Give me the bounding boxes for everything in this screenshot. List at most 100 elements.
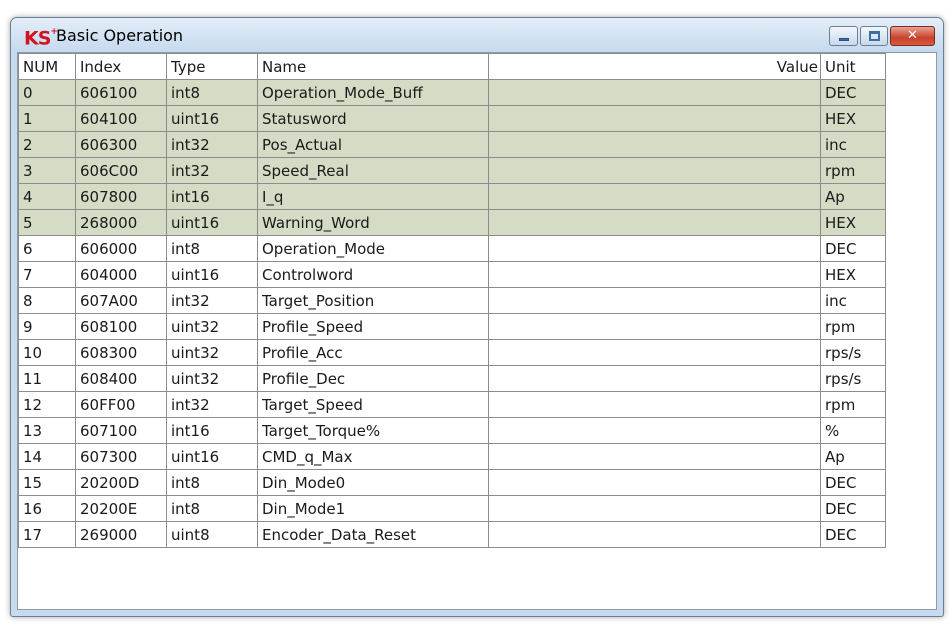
table-row[interactable]: 13 607100 int16 Target_Torque%%: [18, 417, 886, 444]
cell-value[interactable]: [488, 79, 821, 106]
cell-unit: Ap: [820, 183, 886, 210]
cell-value[interactable]: [488, 495, 821, 522]
cell-type: int32: [166, 131, 258, 158]
cell-unit: HEX: [820, 209, 886, 236]
cell-index: 60FF00: [75, 391, 167, 418]
cell-unit: DEC: [820, 495, 886, 522]
column-header-name[interactable]: Name: [257, 53, 489, 80]
cell-value[interactable]: [488, 391, 821, 418]
cell-index: 604000: [75, 261, 167, 288]
cell-num: 17: [18, 521, 76, 548]
table-row[interactable]: 16 20200E int8 Din_Mode1 DEC: [18, 495, 886, 522]
column-header-num[interactable]: NUM: [18, 53, 76, 80]
ks-app-icon: KS+: [24, 23, 58, 50]
cell-value[interactable]: [488, 183, 821, 210]
cell-index: 606100: [75, 79, 167, 106]
cell-value[interactable]: [488, 131, 821, 158]
cell-unit: rps/s: [820, 339, 886, 366]
cell-type: uint16: [166, 261, 258, 288]
cell-num: 10: [18, 339, 76, 366]
cell-num: 4: [18, 183, 76, 210]
cell-unit: %: [820, 417, 886, 444]
table-row[interactable]: 9 608100 uint32 Profile_Speed rpm: [18, 313, 886, 340]
cell-index: 608100: [75, 313, 167, 340]
cell-value[interactable]: [488, 235, 821, 262]
cell-name: Din_Mode1: [257, 495, 489, 522]
cell-type: int16: [166, 183, 258, 210]
cell-unit: Ap: [820, 443, 886, 470]
table-row[interactable]: 10 608300 uint32 Profile_Acc rps/s: [18, 339, 886, 366]
cell-unit: rpm: [820, 391, 886, 418]
cell-type: uint32: [166, 365, 258, 392]
table-row[interactable]: 0 606100 int8 Operation_Mode_Buff DEC: [18, 79, 886, 106]
column-header-unit[interactable]: Unit: [820, 53, 886, 80]
window-title: Basic Operation: [56, 26, 184, 45]
cell-type: uint16: [166, 209, 258, 236]
cell-value[interactable]: [488, 417, 821, 444]
table-row[interactable]: 8 607A00 int32 Target_Position inc: [18, 287, 886, 314]
cell-value[interactable]: [488, 521, 821, 548]
column-header-value[interactable]: Value: [488, 53, 821, 80]
table-row[interactable]: 5 268000 uint16 Warning_Word HEX: [18, 209, 886, 236]
cell-value[interactable]: [488, 339, 821, 366]
cell-name: Target_Torque%: [257, 417, 489, 444]
cell-unit: rps/s: [820, 365, 886, 392]
cell-index: 269000: [75, 521, 167, 548]
cell-unit: rpm: [820, 157, 886, 184]
table-row[interactable]: 3 606C00 int32 Speed_Real rpm: [18, 157, 886, 184]
cell-index: 604100: [75, 105, 167, 132]
cell-num: 13: [18, 417, 76, 444]
maximize-button[interactable]: [860, 26, 888, 46]
minimize-button[interactable]: [829, 26, 858, 46]
table-row[interactable]: 1 604100 uint16 Statusword HEX: [18, 105, 886, 132]
cell-index: 608300: [75, 339, 167, 366]
cell-unit: inc: [820, 287, 886, 314]
table-row[interactable]: 12 60FF00 int32 Target_Speed rpm: [18, 391, 886, 418]
table-row[interactable]: 7 604000 uint16 Controlword HEX: [18, 261, 886, 288]
table-row[interactable]: 2 606300 int32 Pos_Actual inc: [18, 131, 886, 158]
cell-value[interactable]: [488, 313, 821, 340]
cell-num: 9: [18, 313, 76, 340]
column-header-type[interactable]: Type: [166, 53, 258, 80]
cell-value[interactable]: [488, 209, 821, 236]
cell-value[interactable]: [488, 261, 821, 288]
cell-value[interactable]: [488, 105, 821, 132]
app-icon-letters: KS: [24, 27, 51, 50]
table-row[interactable]: 15 20200D int8 Din_Mode0 DEC: [18, 469, 886, 496]
cell-name: Profile_Dec: [257, 365, 489, 392]
cell-type: int32: [166, 391, 258, 418]
table-row[interactable]: 11 608400 uint32 Profile_Dec rps/s: [18, 365, 886, 392]
cell-num: 6: [18, 235, 76, 262]
cell-name: Speed_Real: [257, 157, 489, 184]
cell-value[interactable]: [488, 365, 821, 392]
title-bar[interactable]: KS+ Basic Operation ✕: [11, 18, 943, 52]
cell-value[interactable]: [488, 157, 821, 184]
cell-num: 11: [18, 365, 76, 392]
cell-num: 2: [18, 131, 76, 158]
table-row[interactable]: 14 607300 uint16 CMD_q_Max Ap: [18, 443, 886, 470]
cell-type: uint32: [166, 313, 258, 340]
cell-name: Operation_Mode: [257, 235, 489, 262]
cell-num: 0: [18, 79, 76, 106]
cell-name: Operation_Mode_Buff: [257, 79, 489, 106]
cell-unit: DEC: [820, 469, 886, 496]
column-header-index[interactable]: Index: [75, 53, 167, 80]
close-button[interactable]: ✕: [890, 26, 935, 46]
cell-value[interactable]: [488, 287, 821, 314]
cell-num: 7: [18, 261, 76, 288]
table-row[interactable]: 6 606000 int8 Operation_Mode DEC: [18, 235, 886, 262]
cell-num: 16: [18, 495, 76, 522]
cell-name: Profile_Acc: [257, 339, 489, 366]
basic-operation-window: KS+ Basic Operation ✕ NUM Index Type Nam…: [10, 17, 944, 617]
table-row[interactable]: 4 607800 int16 I_q Ap: [18, 183, 886, 210]
cell-value[interactable]: [488, 443, 821, 470]
cell-unit: DEC: [820, 521, 886, 548]
table-row[interactable]: 17 269000 uint8 Encoder_Data_Reset DEC: [18, 521, 886, 548]
cell-name: Target_Speed: [257, 391, 489, 418]
cell-index: 607100: [75, 417, 167, 444]
cell-value[interactable]: [488, 469, 821, 496]
cell-index: 607800: [75, 183, 167, 210]
cell-name: Target_Position: [257, 287, 489, 314]
cell-index: 268000: [75, 209, 167, 236]
cell-type: int16: [166, 417, 258, 444]
